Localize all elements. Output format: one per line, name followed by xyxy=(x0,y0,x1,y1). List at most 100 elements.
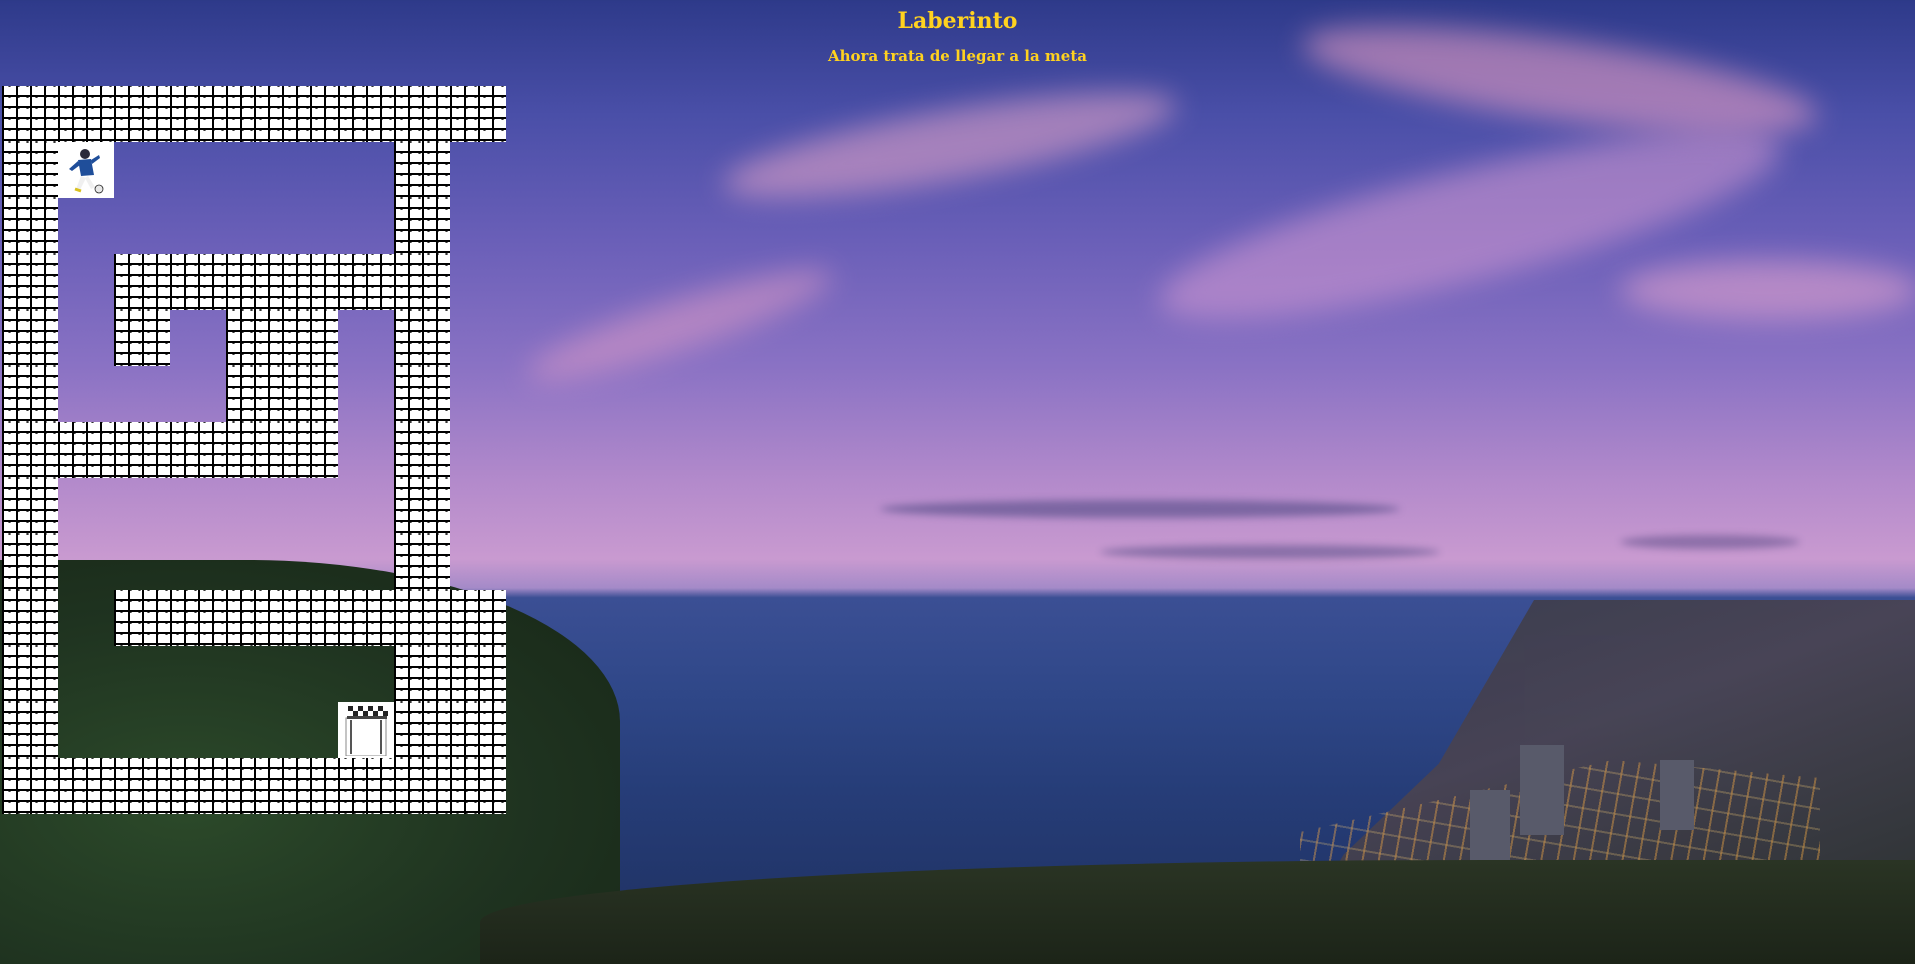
page-subtitle: Ahora trata de llegar a la meta xyxy=(828,47,1087,65)
maze-wall xyxy=(394,478,450,534)
maze-wall xyxy=(394,366,450,422)
maze-path xyxy=(282,478,338,534)
maze-wall xyxy=(394,142,450,198)
maze-wall xyxy=(394,702,450,758)
maze-wall xyxy=(226,86,282,142)
maze-wall xyxy=(2,478,58,534)
maze-wall xyxy=(114,86,170,142)
page-header: Laberinto Ahora trata de llegar a la met… xyxy=(0,0,1915,65)
tower-building xyxy=(1660,760,1694,830)
maze-wall xyxy=(2,422,58,478)
maze-path xyxy=(226,534,282,590)
maze-path xyxy=(282,142,338,198)
maze-wall xyxy=(282,422,338,478)
maze-path xyxy=(114,366,170,422)
maze-path xyxy=(58,702,114,758)
maze-path xyxy=(338,142,394,198)
maze-path xyxy=(282,702,338,758)
maze-wall xyxy=(58,758,114,814)
maze-path xyxy=(170,702,226,758)
maze-wall xyxy=(114,758,170,814)
maze-path xyxy=(450,254,506,310)
maze-wall xyxy=(450,758,506,814)
maze-wall xyxy=(114,422,170,478)
maze-path xyxy=(226,646,282,702)
maze-wall xyxy=(170,86,226,142)
maze-wall xyxy=(2,142,58,198)
maze-wall xyxy=(58,422,114,478)
maze-wall xyxy=(114,590,170,646)
maze-path xyxy=(58,478,114,534)
page-title: Laberinto xyxy=(897,8,1018,34)
maze-path xyxy=(338,422,394,478)
maze-path xyxy=(58,590,114,646)
maze-path xyxy=(58,310,114,366)
maze-path xyxy=(338,534,394,590)
maze-path xyxy=(282,198,338,254)
maze-wall xyxy=(394,254,450,310)
maze-path xyxy=(450,310,506,366)
maze-path xyxy=(450,142,506,198)
maze-path xyxy=(338,198,394,254)
maze-wall xyxy=(282,86,338,142)
maze-wall xyxy=(226,758,282,814)
sky-cloud xyxy=(1146,94,1794,356)
maze-wall xyxy=(394,422,450,478)
maze-path xyxy=(282,646,338,702)
maze-wall xyxy=(2,366,58,422)
maze-wall xyxy=(394,646,450,702)
sky-cloud xyxy=(1620,260,1915,320)
sky-cloud xyxy=(1100,545,1440,559)
maze-wall xyxy=(394,758,450,814)
maze-path xyxy=(114,142,170,198)
maze-path xyxy=(338,366,394,422)
maze-wall xyxy=(2,86,58,142)
maze-wall xyxy=(282,366,338,422)
maze-wall xyxy=(394,86,450,142)
sky-cloud xyxy=(717,70,1183,220)
checkered-flag-icon xyxy=(345,706,388,756)
maze-board[interactable] xyxy=(2,86,506,814)
maze-path xyxy=(170,198,226,254)
maze-wall xyxy=(338,758,394,814)
maze-wall xyxy=(450,86,506,142)
maze-wall xyxy=(226,310,282,366)
maze-wall xyxy=(114,310,170,366)
maze-wall xyxy=(2,590,58,646)
maze-wall xyxy=(114,254,170,310)
maze-wall xyxy=(2,310,58,366)
maze-path xyxy=(282,534,338,590)
maze-path xyxy=(226,198,282,254)
maze-path xyxy=(170,310,226,366)
maze-wall xyxy=(170,758,226,814)
maze-path xyxy=(58,646,114,702)
maze-wall xyxy=(226,366,282,422)
maze-wall xyxy=(170,254,226,310)
maze-path xyxy=(114,478,170,534)
maze-wall xyxy=(226,422,282,478)
maze-player[interactable] xyxy=(58,142,114,198)
sky-cloud xyxy=(520,251,840,399)
maze-wall xyxy=(282,758,338,814)
maze-wall xyxy=(394,534,450,590)
tower-building xyxy=(1520,745,1564,835)
maze-wall xyxy=(394,310,450,366)
sky-cloud xyxy=(880,500,1400,518)
coastline-scenery xyxy=(480,860,1915,964)
maze-path xyxy=(170,478,226,534)
maze-wall xyxy=(394,590,450,646)
maze-path xyxy=(170,534,226,590)
maze-wall xyxy=(2,646,58,702)
maze-path xyxy=(450,366,506,422)
maze-wall xyxy=(450,590,506,646)
maze-wall xyxy=(282,310,338,366)
maze-path xyxy=(226,142,282,198)
maze-path xyxy=(114,534,170,590)
maze-wall xyxy=(2,254,58,310)
maze-wall xyxy=(2,198,58,254)
maze-wall xyxy=(338,590,394,646)
maze-wall xyxy=(282,590,338,646)
maze-wall xyxy=(170,590,226,646)
maze-wall xyxy=(394,198,450,254)
maze-path xyxy=(170,142,226,198)
